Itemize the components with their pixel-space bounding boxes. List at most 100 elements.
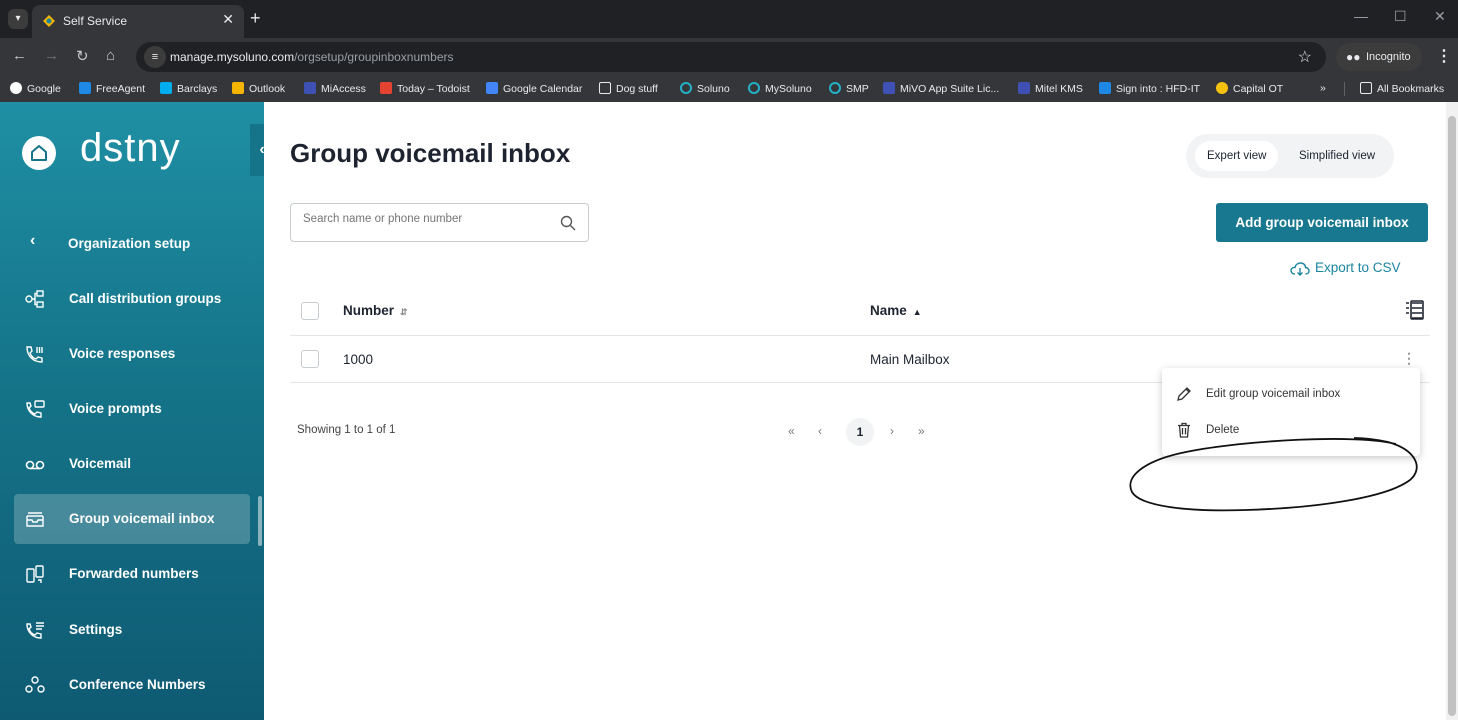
sidebar-item-group-voicemail-inbox[interactable]: Group voicemail inbox (14, 494, 250, 544)
bookmark-capital-ot[interactable]: Capital OT (1216, 82, 1283, 95)
minimize-icon[interactable]: — (1354, 8, 1368, 24)
bookmark-google[interactable]: Google (10, 82, 61, 95)
incognito-badge[interactable]: ●● Incognito (1336, 43, 1422, 71)
search-box (290, 203, 589, 242)
bookmark-mivo[interactable]: MiVO App Suite Lic... (883, 82, 999, 95)
bookmark-google-calendar[interactable]: Google Calendar (486, 82, 582, 95)
all-bookmarks-button[interactable]: All Bookmarks (1360, 82, 1444, 95)
name-column-header[interactable]: Name ▲ (870, 303, 922, 318)
section-back-link[interactable]: Organization setup (68, 236, 190, 251)
new-tab-button[interactable]: + (250, 8, 261, 29)
tab-close-icon[interactable]: ✕ (222, 11, 234, 28)
column-settings-icon[interactable] (1404, 300, 1424, 320)
bookmark-barclays[interactable]: Barclays (160, 82, 217, 95)
browser-menu-icon[interactable]: ⋮ (1436, 46, 1452, 66)
incognito-icon: ●● (1346, 50, 1361, 64)
add-group-voicemail-inbox-button[interactable]: Add group voicemail inbox (1216, 203, 1428, 242)
forward-icon[interactable]: → (44, 47, 59, 64)
tab-title: Self Service (63, 14, 128, 28)
voice-responses-icon (26, 346, 43, 363)
barclays-icon (160, 82, 172, 94)
browser-tab[interactable]: Self Service ✕ (32, 5, 244, 38)
todoist-icon (380, 82, 392, 94)
browser-tab-bar: ▾ Self Service ✕ + — ☐ ✕ (0, 0, 1458, 38)
address-bar[interactable]: ≡ manage.mysoluno.com/orgsetup/groupinbo… (136, 42, 1326, 72)
capital-ot-icon (1216, 82, 1228, 94)
bookmarks-bar: Google FreeAgent Barclays Outlook MiAcce… (0, 76, 1458, 102)
next-page-icon[interactable]: › (890, 424, 894, 438)
search-icon[interactable] (560, 215, 576, 231)
bookmark-hfd-it[interactable]: Sign into : HFD-IT (1099, 82, 1200, 95)
bookmark-todoist[interactable]: Today – Todoist (380, 82, 470, 95)
expert-view-option[interactable]: Expert view (1195, 141, 1279, 171)
row-name-cell: Main Mailbox (870, 352, 950, 367)
home-icon[interactable]: ⌂ (106, 47, 115, 64)
bookmark-dog-stuff[interactable]: Dog stuff (599, 82, 658, 95)
maximize-icon[interactable]: ☐ (1394, 8, 1407, 25)
incognito-label: Incognito (1366, 51, 1411, 63)
bookmark-smp[interactable]: SMP (829, 82, 869, 95)
bookmark-star-icon[interactable]: ☆ (1298, 47, 1312, 67)
delete-item[interactable]: Delete (1162, 410, 1420, 450)
page-scrollbar[interactable] (1446, 102, 1458, 720)
export-csv-label: Export to CSV (1315, 260, 1401, 275)
trash-icon (1178, 422, 1190, 438)
search-input[interactable] (303, 213, 543, 225)
bookmarks-divider (1344, 82, 1345, 96)
bookmark-miaccess[interactable]: MiAccess (304, 82, 366, 95)
row-context-menu: Edit group voicemail inbox Delete (1162, 368, 1420, 456)
inbox-icon (26, 512, 44, 527)
sidebar-item-forwarded-numbers[interactable]: Forwarded numbers (14, 549, 250, 599)
outlook-icon (232, 82, 244, 94)
last-page-icon[interactable]: » (918, 424, 925, 438)
simplified-view-option[interactable]: Simplified view (1287, 141, 1387, 171)
bookmark-freeagent[interactable]: FreeAgent (79, 82, 145, 95)
browser-toolbar: ← → ↻ ⌂ ≡ manage.mysoluno.com/orgsetup/g… (0, 38, 1458, 76)
tab-search-button[interactable]: ▾ (8, 9, 28, 29)
page-scrollbar-thumb[interactable] (1448, 116, 1456, 716)
bookmark-outlook[interactable]: Outlook (232, 82, 285, 95)
sidebar-item-call-distribution-groups[interactable]: Call distribution groups (14, 274, 250, 324)
soluno-icon (680, 82, 692, 94)
sidebar-item-voicemail[interactable]: Voicemail (14, 439, 250, 489)
select-all-checkbox[interactable] (301, 302, 319, 320)
close-window-icon[interactable]: ✕ (1434, 8, 1446, 25)
table-header: Number ⇵ Name ▲ (290, 288, 1430, 336)
page-title: Group voicemail inbox (290, 138, 571, 168)
home-logo-icon[interactable] (22, 136, 56, 170)
miaccess-icon (304, 82, 316, 94)
reload-icon[interactable]: ↻ (76, 47, 89, 65)
bookmark-mitel-kms[interactable]: Mitel KMS (1018, 82, 1083, 95)
sidebar-scrollbar[interactable] (258, 496, 262, 546)
prev-page-icon[interactable]: ‹ (818, 424, 822, 438)
chevron-left-icon[interactable]: ‹ (30, 232, 35, 250)
url-path: /orgsetup/groupinboxnumbers (294, 50, 454, 64)
sort-ascending-icon: ▲ (912, 307, 922, 317)
number-column-header[interactable]: Number ⇵ (343, 303, 408, 318)
pagination: « ‹ 1 › » (780, 418, 960, 446)
forwarded-numbers-icon (26, 565, 44, 583)
sidebar-item-settings[interactable]: Settings (14, 605, 250, 655)
bookmark-mysoluno[interactable]: MySoluno (748, 82, 812, 95)
edit-group-voicemail-inbox-item[interactable]: Edit group voicemail inbox (1162, 374, 1420, 414)
back-icon[interactable]: ← (12, 47, 27, 64)
url-text: manage.mysoluno.com/orgsetup/groupinboxn… (170, 50, 454, 64)
bookmarks-overflow-button[interactable]: » (1320, 82, 1326, 94)
app: dstny ‹ ‹ Organization setup Call distri… (0, 102, 1458, 720)
sidebar-item-voice-prompts[interactable]: Voice prompts (14, 384, 250, 434)
current-page-button[interactable]: 1 (846, 418, 874, 446)
site-info-icon[interactable]: ≡ (144, 46, 166, 68)
row-number-cell: 1000 (343, 352, 374, 367)
row-checkbox[interactable] (301, 350, 319, 368)
pagination-summary: Showing 1 to 1 of 1 (297, 424, 396, 436)
smp-icon (829, 82, 841, 94)
google-icon (10, 82, 22, 94)
sidebar-item-conference-numbers[interactable]: Conference Numbers (14, 660, 250, 710)
bookmark-soluno[interactable]: Soluno (680, 82, 730, 95)
folder-icon (1360, 82, 1372, 94)
export-csv-link[interactable]: Export to CSV (1290, 260, 1401, 276)
first-page-icon[interactable]: « (788, 424, 795, 438)
main-content: Group voicemail inbox Expert view Simpli… (264, 102, 1446, 720)
row-actions-icon[interactable]: ⋮ (1402, 350, 1416, 367)
sidebar-item-voice-responses[interactable]: Voice responses (14, 329, 250, 379)
